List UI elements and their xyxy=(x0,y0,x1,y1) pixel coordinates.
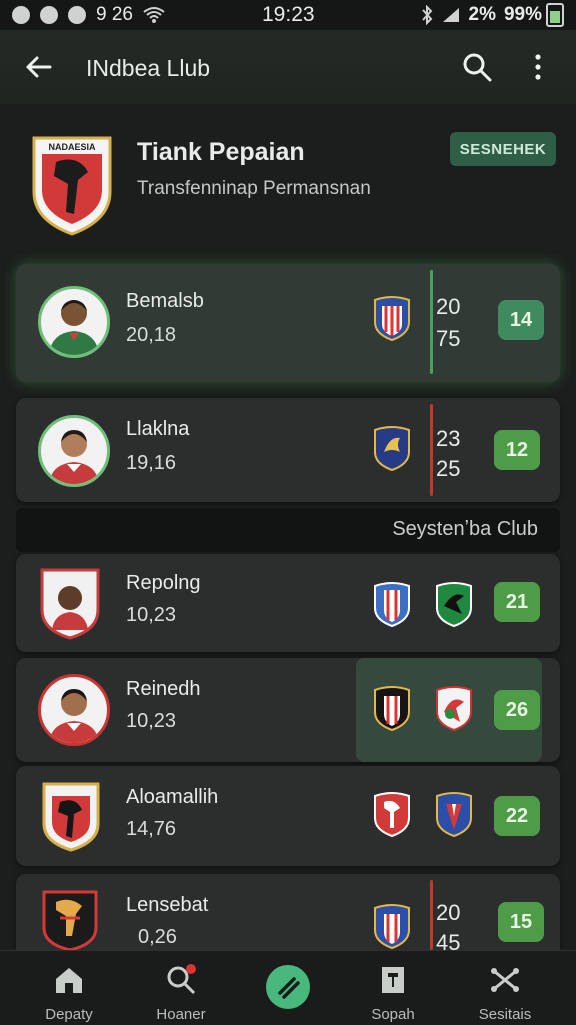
rating-badge: 15 xyxy=(498,902,544,942)
club-name: Tiank Pepaian xyxy=(137,138,305,166)
signal-text: 2% xyxy=(468,4,496,25)
nav-label: Depaty xyxy=(45,1006,93,1023)
player-value: 14,76 xyxy=(126,818,177,840)
player-value: 20,18 xyxy=(126,324,177,346)
player-avatar xyxy=(38,674,110,746)
team-crest-icon xyxy=(374,426,410,472)
signal-icon xyxy=(442,8,459,22)
player-name: Aloamallih xyxy=(126,786,219,808)
nav-item-kit[interactable]: Sopah xyxy=(338,963,448,1023)
club-crest: NADAESIA xyxy=(32,136,112,236)
score-bar xyxy=(430,404,433,496)
player-card[interactable]: Lensebat 0,26 20 45 15 xyxy=(16,874,560,955)
player-name: Llaklna xyxy=(126,418,190,440)
app-icon xyxy=(40,6,58,24)
player-avatar xyxy=(38,415,110,487)
team-crest-icon xyxy=(374,792,410,838)
score-bar xyxy=(430,270,433,374)
score-top: 20 xyxy=(436,900,461,925)
nav-label: Sopah xyxy=(371,1006,415,1023)
search-icon[interactable] xyxy=(460,50,494,84)
club-subtitle: Transfenninap Permansnan xyxy=(137,178,371,199)
club-header: NADAESIA Tiank Pepaian Transfenninap Per… xyxy=(0,110,576,250)
nav-item-home[interactable]: Depaty xyxy=(14,963,124,1023)
score-top: 23 xyxy=(436,426,461,451)
player-name: Repolng xyxy=(126,572,201,594)
player-name: Lensebat xyxy=(126,894,209,916)
home-icon xyxy=(56,968,82,993)
clock: 19:23 xyxy=(262,3,315,26)
more-vert-icon[interactable] xyxy=(530,52,546,82)
nav-label: Hoaner xyxy=(156,1006,206,1023)
rating-badge: 26 xyxy=(494,690,540,730)
page-title: INdbea Llub xyxy=(86,55,211,81)
follow-button[interactable]: SESNEHEK xyxy=(450,132,556,166)
status-left-text: 9 26 xyxy=(96,4,133,25)
app-bar: INdbea Llub xyxy=(0,30,576,104)
section-header: Seystenʼba Club xyxy=(16,508,560,552)
player-name: Reinedh xyxy=(126,678,201,700)
share-icon xyxy=(491,968,519,992)
team-crest-icon xyxy=(374,296,410,342)
message-icon xyxy=(68,6,86,24)
search-icon xyxy=(167,964,196,995)
player-name: Bemalsb xyxy=(126,290,204,312)
kit-icon xyxy=(382,967,404,993)
player-card[interactable]: Bemalsb 20,18 20 75 14 xyxy=(16,264,560,382)
status-bar: 9 26 19:23 2% 99% xyxy=(0,0,576,30)
nav-item-share[interactable]: Sesitais xyxy=(450,963,560,1023)
player-value: 0,26 xyxy=(138,926,177,948)
crest-text: NADAESIA xyxy=(48,142,96,152)
rating-badge: 21 xyxy=(494,582,540,622)
center-action-icon xyxy=(278,977,300,999)
player-crest xyxy=(42,890,98,950)
nav-item-search[interactable]: Hoaner xyxy=(126,963,236,1023)
rating-badge: 22 xyxy=(494,796,540,836)
player-card[interactable]: Repolng 10,23 21 xyxy=(16,554,560,652)
player-value: 19,16 xyxy=(126,452,177,474)
battery-text: 99% xyxy=(503,4,542,25)
nav-label: Sesitais xyxy=(478,1006,532,1023)
wifi-icon xyxy=(143,7,165,23)
team-crest-icon xyxy=(436,792,472,838)
team-crest-icon xyxy=(436,686,472,732)
player-crest xyxy=(42,782,100,852)
player-avatar xyxy=(40,568,100,640)
team-crest-icon xyxy=(436,582,472,628)
notification-icon xyxy=(12,6,30,24)
section-label: Seystenʼba Club xyxy=(392,518,538,540)
rating-badge: 12 xyxy=(494,430,540,470)
back-arrow-icon[interactable] xyxy=(22,50,56,84)
player-value: 10,23 xyxy=(126,604,177,626)
score-bottom: 75 xyxy=(436,326,461,351)
score-bar xyxy=(430,880,433,950)
score-top: 20 xyxy=(436,294,461,319)
player-value: 10,23 xyxy=(126,710,177,732)
player-card[interactable]: Aloamallih 14,76 22 xyxy=(16,766,560,866)
rating-badge: 14 xyxy=(498,300,544,340)
center-action-button[interactable] xyxy=(266,965,310,1009)
team-crest-icon xyxy=(374,582,410,628)
team-crest-icon xyxy=(374,686,410,732)
player-avatar xyxy=(38,286,110,358)
team-crest-icon xyxy=(374,904,410,950)
bluetooth-icon xyxy=(421,5,432,25)
player-card[interactable]: Llaklna 19,16 23 25 12 xyxy=(16,398,560,502)
battery-icon xyxy=(546,3,564,27)
score-bottom: 25 xyxy=(436,456,461,481)
